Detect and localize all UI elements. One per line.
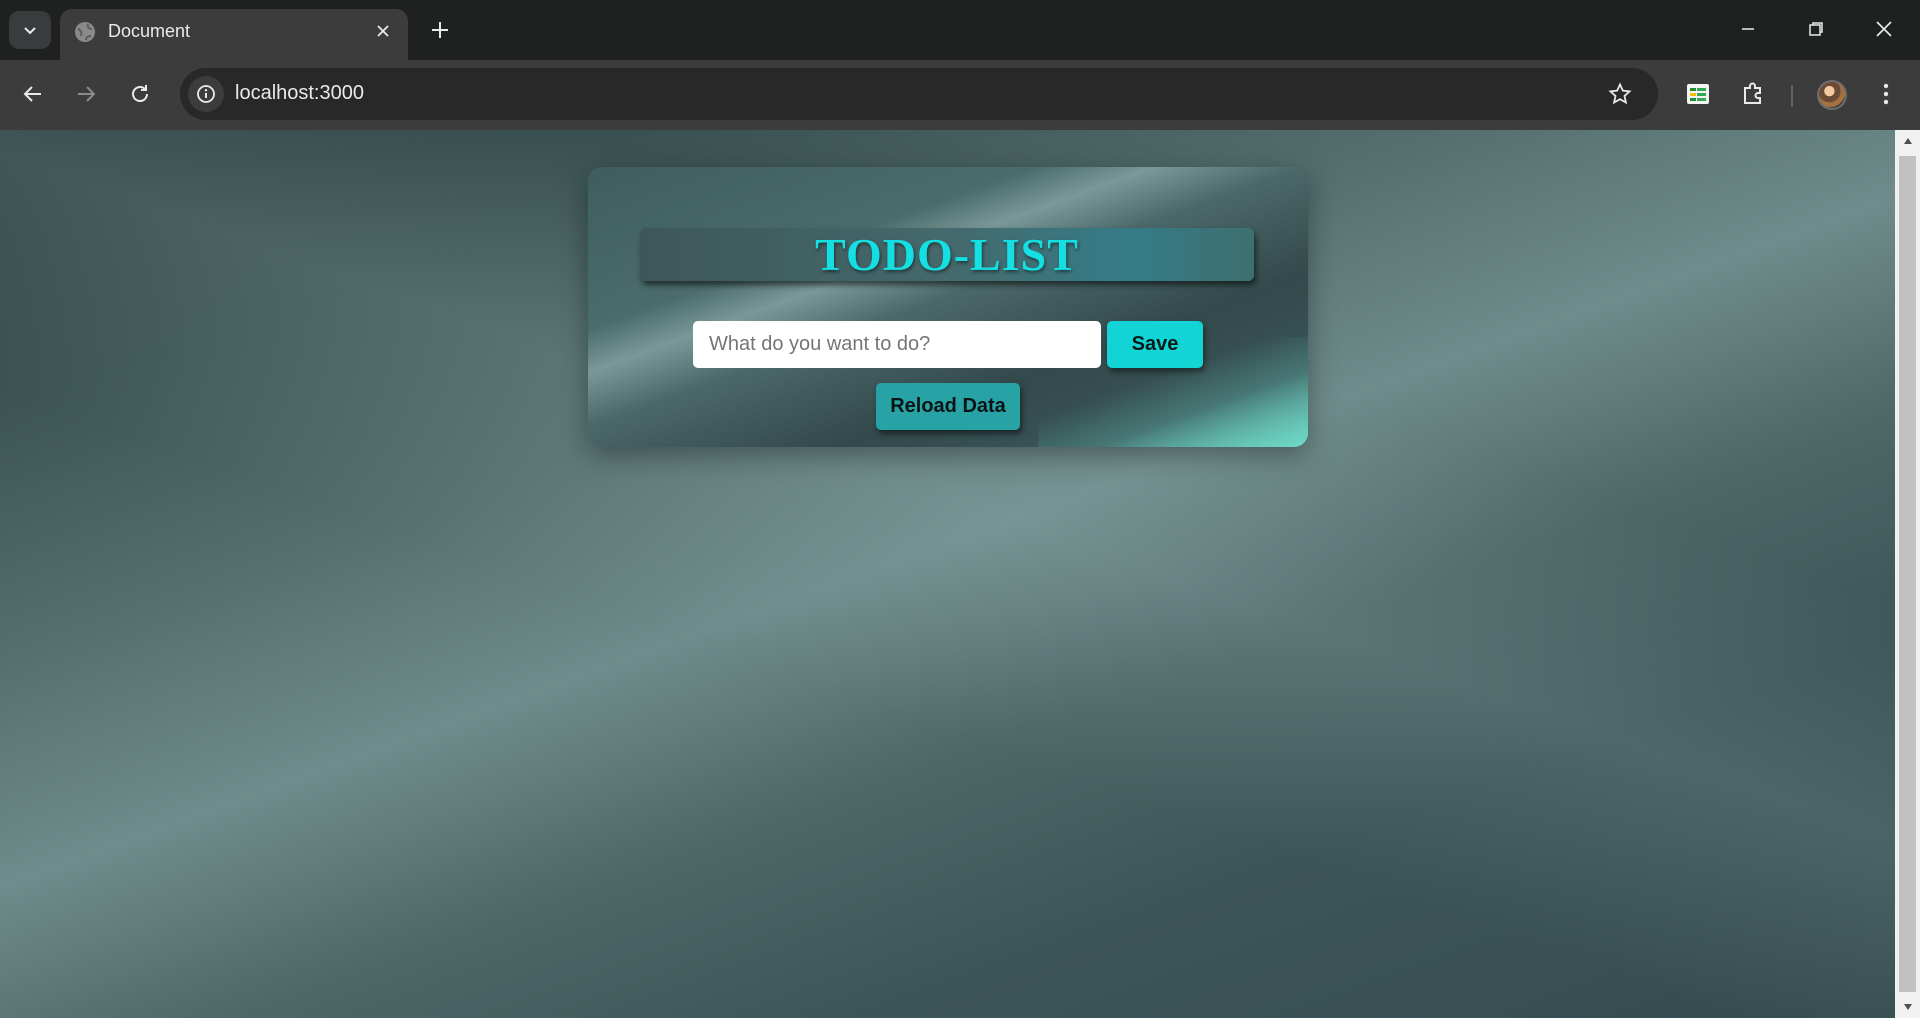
extensions-button[interactable] — [1733, 74, 1773, 114]
address-bar[interactable]: localhost:3000 — [180, 68, 1658, 120]
back-button[interactable] — [13, 74, 53, 114]
scroll-down-button[interactable] — [1895, 996, 1920, 1018]
bookmark-button[interactable] — [1604, 78, 1636, 110]
chevron-down-icon — [24, 27, 36, 35]
scroll-thumb[interactable] — [1899, 156, 1916, 992]
profile-avatar[interactable] — [1817, 80, 1847, 110]
arrow-left-icon — [23, 86, 41, 102]
scroll-up-button[interactable] — [1895, 130, 1920, 152]
tab-strip: Document — [0, 0, 1920, 60]
todo-input[interactable] — [693, 321, 1101, 368]
refresh-icon — [132, 85, 148, 102]
tab-title: Document — [108, 21, 191, 41]
spreadsheet-icon — [1687, 84, 1709, 104]
title-banner: TODO-LIST — [640, 228, 1254, 281]
star-icon — [1608, 82, 1632, 105]
close-icon — [377, 25, 389, 37]
puzzle-icon — [1744, 82, 1761, 104]
info-icon — [197, 85, 215, 103]
tab-close-button[interactable] — [370, 18, 396, 44]
toolbar-divider — [1791, 85, 1793, 107]
url-text: localhost:3000 — [235, 82, 364, 104]
page-viewport: TODO-LIST Save Reload Data — [0, 130, 1895, 1018]
reload-data-button[interactable]: Reload Data — [876, 383, 1020, 430]
triangle-down-icon — [1903, 1004, 1912, 1010]
minimize-icon — [1742, 28, 1754, 30]
browser-menu-button[interactable] — [1866, 74, 1906, 114]
active-tab[interactable]: Document — [60, 9, 408, 60]
close-window-button[interactable] — [1850, 0, 1918, 58]
browser-toolbar: localhost:3000 — [0, 60, 1920, 130]
close-icon — [1876, 21, 1892, 37]
restore-icon — [1809, 22, 1823, 36]
minimize-button[interactable] — [1714, 0, 1782, 58]
vertical-scrollbar[interactable] — [1895, 130, 1920, 1018]
arrow-right-icon — [78, 86, 96, 102]
save-button[interactable]: Save — [1107, 321, 1203, 368]
page-title: TODO-LIST — [815, 229, 1079, 280]
todo-card: TODO-LIST Save Reload Data — [588, 167, 1308, 447]
restore-button[interactable] — [1782, 0, 1850, 58]
site-info-button[interactable] — [188, 76, 224, 112]
extension-sheets-button[interactable] — [1678, 74, 1718, 114]
tab-search-button[interactable] — [9, 11, 51, 49]
triangle-up-icon — [1903, 138, 1912, 144]
plus-icon — [432, 22, 448, 38]
reload-page-button[interactable] — [120, 74, 160, 114]
globe-icon — [75, 22, 95, 42]
more-vert-icon — [1883, 83, 1889, 105]
new-tab-button[interactable] — [423, 13, 457, 47]
forward-button[interactable] — [66, 74, 106, 114]
